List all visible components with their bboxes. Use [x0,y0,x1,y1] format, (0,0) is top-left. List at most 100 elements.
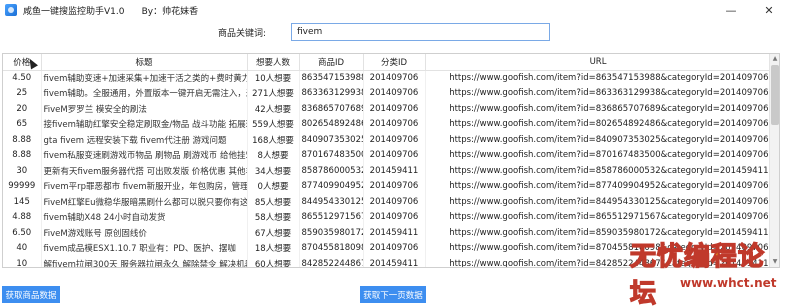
minimize-icon[interactable]: — [712,0,750,20]
item-id-cell: 870167483500 [299,147,364,163]
title-cell: fivem私服变速刷游戏币物品 刷物品 刷游戏币 给他挂5 [41,147,248,163]
title-cell: fivem成品模ESX1.10.7 职业有：PD、医护、摆咖 [41,240,248,256]
category-id-cell: 201409706 [363,240,426,256]
price-cell: 99999 [3,178,42,194]
item-id-cell: 870455818098 [299,240,364,256]
category-id-cell: 201459411 [363,163,426,179]
search-row: 商品关键词: [0,22,788,44]
window-title: 咸鱼一键搜监控助手V1.0 By：帅花妹香 [23,6,199,17]
table-row[interactable]: 145 FiveM红擎Eu微稳华服暗黑刷什么都可以脱只要你有这 85人想要 84495… [3,194,772,210]
column-header-title[interactable]: 标题 [41,54,248,71]
wants-cell: 42人想要 [247,101,300,117]
wants-cell: 10人想要 [247,70,300,86]
category-id-cell: 201409706 [363,70,426,86]
keyword-label: 商品关键词: [218,29,267,39]
url-cell: https://www.goofish.com/item?id=86551297… [425,209,772,225]
wants-cell: 85人想要 [247,194,300,210]
price-cell: 8.88 [3,147,42,163]
wants-cell: 60人想要 [247,256,300,267]
title-cell: fivem辅助变速+加速采集+加速干活之类的+费时黄力刺 [41,70,248,86]
title-cell: 更新有天fivem服务器代搭 可出败发版 价格优惠 其他丰 [41,163,248,179]
price-cell: 145 [3,194,42,210]
category-id-cell: 201409706 [363,85,426,101]
title-cell: 接fivem辅助红擎安全稳定刷取金/物品 战斗功能 拓展环 [41,116,248,132]
item-id-cell: 836865707689 [299,101,364,117]
fish-app-icon [5,4,17,16]
url-cell: https://www.goofish.com/item?id=84495433… [425,194,772,210]
item-id-cell: 840907353025 [299,132,364,148]
table-row[interactable]: 4.88 fivem辅助X48 24小时自动发货 58人想要 865512971567… [3,209,772,225]
fetch-data-button[interactable]: 获取商品数据 [2,286,60,303]
wants-cell: 559人想要 [247,116,300,132]
scroll-up-icon[interactable]: ▲ [771,55,779,63]
watermark-text: 无忧编程论坛 [629,241,766,306]
column-header-category-id[interactable]: 分类ID [363,54,426,71]
price-cell: 65 [3,116,42,132]
item-id-cell: 863547153988 [299,70,364,86]
price-cell: 4.88 [3,209,42,225]
item-id-cell: 858786000532 [299,163,364,179]
category-id-cell: 201409706 [363,101,426,117]
title-cell: gta fivem 远程安装下载 fivem代注册 游戏问题 [41,132,248,148]
item-id-cell: 844954330125 [299,194,364,210]
item-id-cell: 859035980172 [299,225,364,241]
url-cell: https://www.goofish.com/item?id=83686570… [425,101,772,117]
category-id-cell: 201409706 [363,147,426,163]
url-cell: https://www.goofish.com/item?id=84090735… [425,132,772,148]
title-cell: fivem辅助X48 24小时自动发货 [41,209,248,225]
site-watermark: 无忧编程论坛 www.whct.net [629,234,788,306]
url-cell: https://www.goofish.com/item?id=86354715… [425,70,772,86]
next-page-button[interactable]: 获取下一页数据 [360,286,426,303]
wants-cell: 271人想要 [247,85,300,101]
wants-cell: 58人想要 [247,209,300,225]
wants-cell: 0人想要 [247,178,300,194]
wants-cell: 168人想要 [247,132,300,148]
table-row[interactable]: 65 接fivem辅助红擎安全稳定刷取金/物品 战斗功能 拓展环 559人想要 802… [3,116,772,132]
item-id-cell: 865512971567 [299,209,364,225]
wants-cell: 18人想要 [247,240,300,256]
category-id-cell: 201459411 [363,256,426,267]
category-id-cell: 201409706 [363,194,426,210]
title-bar: 咸鱼一键搜监控助手V1.0 By：帅花妹香 — ✕ [0,0,788,20]
price-cell: 20 [3,101,42,117]
column-header-wants[interactable]: 想要人数 [247,54,300,71]
url-cell: https://www.goofish.com/item?id=80265489… [425,116,772,132]
url-cell: https://www.goofish.com/item?id=85878600… [425,163,772,179]
table-row[interactable]: 30 更新有天fivem服务器代搭 可出败发版 价格优惠 其他丰 34人想要 8587… [3,163,772,179]
url-cell: https://www.goofish.com/item?id=87740990… [425,178,772,194]
url-cell: https://www.goofish.com/item?id=86336312… [425,85,772,101]
item-id-cell: 802654892486 [299,116,364,132]
title-cell: fivem辅助。全服通用，外置版本一键开启无需注入，过 [41,85,248,101]
price-cell: 10 [3,256,42,267]
price-cell: 25 [3,85,42,101]
window-controls: — ✕ [712,0,788,20]
price-cell: 40 [3,240,42,256]
url-cell: https://www.goofish.com/item?id=87016748… [425,147,772,163]
category-id-cell: 201409706 [363,178,426,194]
category-id-cell: 201459411 [363,225,426,241]
table-row[interactable]: 8.88 gta fivem 远程安装下载 fivem代注册 游戏问题 168人想要… [3,132,772,148]
category-id-cell: 201409706 [363,116,426,132]
title-cell: 解fivem拉闸300天 服务器拉闸永久 解除禁令 解决机器 [41,256,248,267]
table-row[interactable]: 25 fivem辅助。全服通用，外置版本一键开启无需注入，过 271人想要 86336… [3,85,772,101]
table-row[interactable]: 4.50 fivem辅助变速+加速采集+加速干活之类的+费时黄力刺 10人想要 863… [3,70,772,86]
table-row[interactable]: 99999 Fivem平rp罪恶都市 fivem新服开业，年包购房，管理 0人想要 8… [3,178,772,194]
price-cell: 4.50 [3,70,42,86]
wants-cell: 67人想要 [247,225,300,241]
title-cell: FiveM罗罗兰 模安全的刷法 [41,101,248,117]
table-row[interactable]: 8.88 fivem私服变速刷游戏币物品 刷物品 刷游戏币 给他挂5 8人想要 870… [3,147,772,163]
watermark-url: www.whct.net [680,276,777,290]
category-id-cell: 201409706 [363,132,426,148]
column-header-item-id[interactable]: 商品ID [299,54,364,71]
close-icon[interactable]: ✕ [750,0,788,20]
price-cell: 8.88 [3,132,42,148]
keyword-input[interactable] [291,23,550,41]
wants-cell: 34人想要 [247,163,300,179]
table-row[interactable]: 20 FiveM罗罗兰 模安全的刷法 42人想要 836865707689 201409… [3,101,772,117]
table-header-row: 价格 标题 想要人数 商品ID 分类ID URL [3,54,772,71]
title-cell: FiveM游戏账号 原创固线价 [41,225,248,241]
item-id-cell: 863363129938 [299,85,364,101]
scroll-thumb[interactable] [771,65,779,125]
column-header-url[interactable]: URL [425,54,772,71]
price-cell: 6.50 [3,225,42,241]
